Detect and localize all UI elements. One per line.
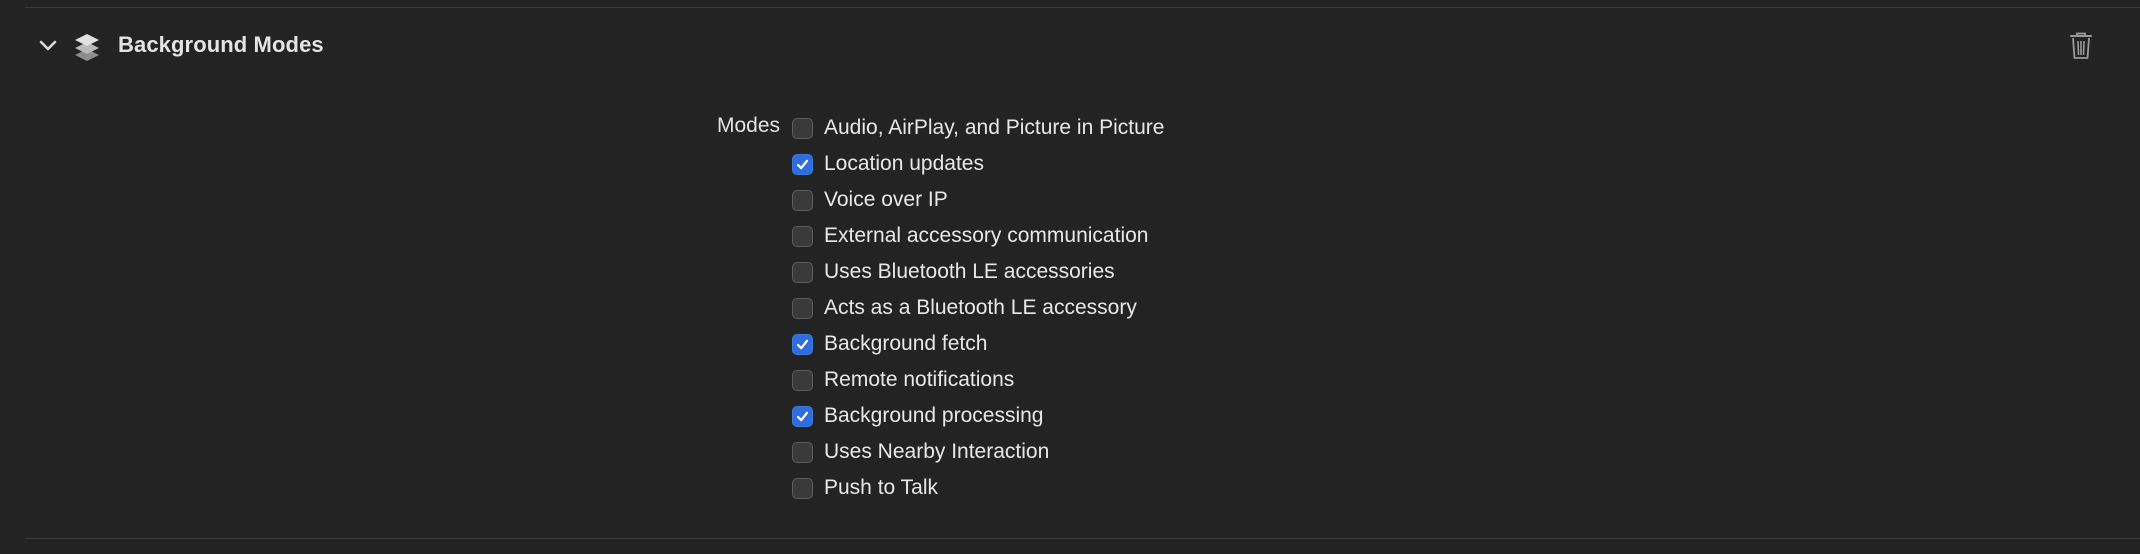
mode-checkbox[interactable] — [792, 117, 813, 139]
mode-option-label: External accessory communication — [824, 224, 1149, 247]
mode-option-label: Location updates — [824, 152, 984, 175]
checkmark-icon — [796, 411, 809, 421]
mode-option[interactable]: External accessory communication — [792, 218, 1164, 254]
section-header[interactable]: Background Modes — [0, 26, 2140, 66]
mode-checkbox[interactable] — [792, 153, 813, 175]
background-modes-panel: Background Modes Modes Audio, AirPlay, a… — [0, 0, 2140, 554]
mode-option[interactable]: Audio, AirPlay, and Picture in Picture — [792, 110, 1164, 146]
layers-icon — [72, 31, 102, 63]
mode-option[interactable]: Acts as a Bluetooth LE accessory — [792, 290, 1164, 326]
mode-option-label: Uses Bluetooth LE accessories — [824, 260, 1115, 283]
mode-option-label: Audio, AirPlay, and Picture in Picture — [824, 116, 1165, 139]
mode-checkbox[interactable] — [792, 225, 813, 247]
checkmark-icon — [796, 339, 809, 349]
mode-option-label: Remote notifications — [824, 368, 1015, 391]
mode-option[interactable]: Uses Bluetooth LE accessories — [792, 254, 1164, 290]
mode-option[interactable]: Remote notifications — [792, 362, 1164, 398]
mode-checkbox[interactable] — [792, 189, 813, 211]
mode-checkbox[interactable] — [792, 333, 813, 355]
mode-option[interactable]: Uses Nearby Interaction — [792, 434, 1164, 470]
mode-option-label: Acts as a Bluetooth LE accessory — [824, 296, 1137, 319]
mode-checkbox[interactable] — [792, 405, 813, 427]
mode-checkbox[interactable] — [792, 369, 813, 391]
mode-checkbox[interactable] — [792, 261, 813, 283]
mode-checkbox[interactable] — [792, 477, 813, 499]
top-divider — [25, 7, 2140, 8]
mode-option[interactable]: Location updates — [792, 146, 1164, 182]
mode-checkbox[interactable] — [792, 441, 813, 463]
bottom-divider — [25, 538, 2140, 539]
mode-option-label: Push to Talk — [824, 476, 939, 499]
checkmark-icon — [796, 159, 809, 169]
modes-label: Modes — [716, 114, 780, 137]
mode-option[interactable]: Background fetch — [792, 326, 1164, 362]
mode-option[interactable]: Push to Talk — [792, 470, 1164, 506]
mode-option-label: Background processing — [824, 404, 1044, 427]
chevron-down-icon[interactable] — [37, 36, 59, 56]
mode-option-label: Background fetch — [824, 332, 988, 355]
mode-checkbox[interactable] — [792, 297, 813, 319]
mode-option[interactable]: Background processing — [792, 398, 1164, 434]
mode-option-label: Voice over IP — [824, 188, 948, 211]
mode-option-label: Uses Nearby Interaction — [824, 440, 1050, 463]
modes-checkbox-list: Audio, AirPlay, and Picture in Picture Lo… — [792, 110, 1164, 506]
section-title: Background Modes — [118, 32, 324, 57]
trash-icon[interactable] — [2068, 31, 2094, 61]
mode-option[interactable]: Voice over IP — [792, 182, 1164, 218]
